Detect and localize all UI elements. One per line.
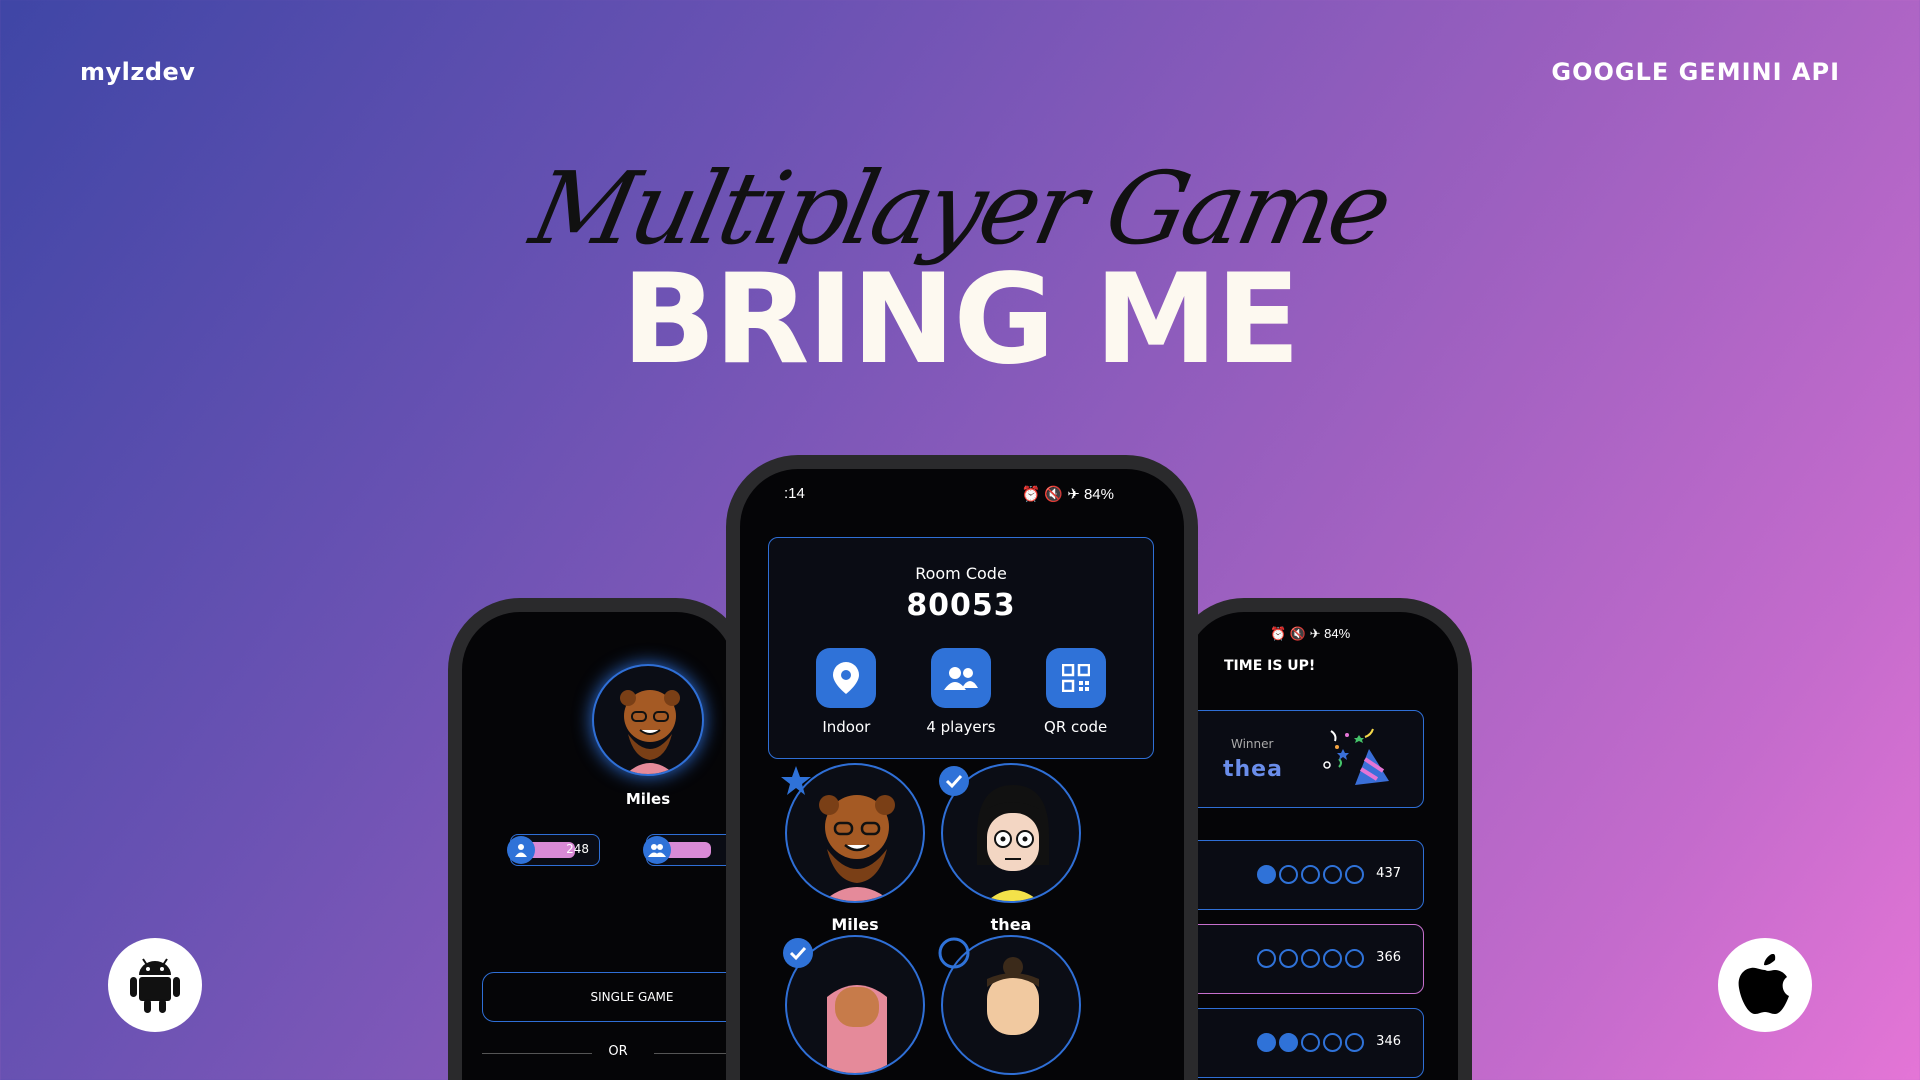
- group-bar: [665, 842, 711, 858]
- player-name: Miles: [831, 915, 879, 934]
- check-icon: [939, 766, 969, 796]
- right-phone: ⏰ 🔇 ✈ 84% TIME IS UP! Winner thea 437 36…: [1172, 598, 1472, 1080]
- players-label: 4 players: [926, 718, 996, 736]
- player-card[interactable]: [936, 935, 1086, 1075]
- score-value: 366: [1376, 950, 1401, 965]
- group-pill: [643, 834, 734, 866]
- brand-name: mylzdev: [80, 58, 196, 86]
- center-phone: :14 ⏰ 🔇 ✈ 84% Room Code 80053 Indoor 4 p…: [726, 455, 1198, 1080]
- status-time: :14: [784, 485, 805, 502]
- room-code[interactable]: 80053: [769, 588, 1153, 623]
- players-option[interactable]: 4 players: [911, 648, 1011, 736]
- status-bar: ⏰ 🔇 ✈ 84%: [1270, 626, 1350, 642]
- player-card[interactable]: Miles: [780, 763, 930, 934]
- android-icon: [108, 938, 202, 1032]
- score-value: 346: [1376, 1034, 1401, 1049]
- group-icon[interactable]: [930, 648, 991, 708]
- star-icon: [781, 766, 811, 795]
- player-card[interactable]: [780, 935, 930, 1075]
- qr-option[interactable]: QR code: [1026, 648, 1126, 736]
- location-option[interactable]: Indoor: [796, 648, 896, 736]
- battery-label: 84%: [1083, 486, 1114, 503]
- score-value: 437: [1376, 866, 1401, 881]
- score-pill: 248: [507, 834, 600, 866]
- player-name: Miles: [625, 790, 671, 808]
- user-icon: [507, 836, 535, 864]
- qr-label: QR code: [1044, 718, 1108, 736]
- rounds-indicator: [1257, 865, 1364, 884]
- rounds-indicator: [1257, 949, 1364, 968]
- status-icons: ⏰ 🔇 ✈: [1270, 626, 1325, 641]
- status-icons: ⏰ 🔇 ✈: [1021, 486, 1084, 503]
- single-game-button[interactable]: SINGLE GAME: [482, 972, 734, 1022]
- player-avatar[interactable]: [592, 664, 704, 776]
- times-up-title: TIME IS UP!: [1224, 658, 1316, 674]
- room-code-label: Room Code: [915, 564, 1007, 583]
- empty-check-icon: [938, 937, 970, 969]
- right-phone-screen: ⏰ 🔇 ✈ 84% TIME IS UP! Winner thea 437 36…: [1186, 612, 1458, 1080]
- score-row: 346: [1186, 1008, 1424, 1078]
- room-card: Room Code 80053 Indoor 4 players QR code: [768, 537, 1154, 759]
- apple-icon: [1718, 938, 1812, 1032]
- left-phone: Miles 248 SINGLE GAME OR: [448, 598, 748, 1080]
- check-icon: [783, 938, 813, 968]
- rounds-indicator: [1257, 1033, 1364, 1052]
- or-label: OR: [608, 1044, 628, 1059]
- score-row: 437: [1186, 840, 1424, 910]
- player-card[interactable]: thea: [936, 763, 1086, 934]
- player-name: thea: [990, 915, 1032, 934]
- center-phone-screen: :14 ⏰ 🔇 ✈ 84% Room Code 80053 Indoor 4 p…: [740, 469, 1184, 1080]
- winner-label: Winner: [1231, 737, 1274, 751]
- location-label: Indoor: [822, 718, 871, 736]
- party-popper-icon: [1323, 728, 1389, 785]
- score-row: 366: [1186, 924, 1424, 994]
- qr-code-icon[interactable]: [1045, 648, 1106, 708]
- room-options: Indoor 4 players QR code: [769, 648, 1153, 736]
- battery-label: 84%: [1324, 626, 1351, 641]
- winner-card: Winner thea: [1186, 710, 1424, 808]
- left-phone-screen: Miles 248 SINGLE GAME OR: [462, 612, 734, 1080]
- or-divider: OR: [482, 1044, 734, 1064]
- group-icon: [643, 836, 671, 864]
- status-bar: ⏰ 🔇 ✈ 84%: [1022, 485, 1114, 503]
- api-label: GOOGLE GEMINI API: [1551, 58, 1840, 86]
- main-title: BRING ME: [621, 248, 1301, 392]
- score-value: 248: [566, 842, 589, 856]
- location-icon[interactable]: [816, 648, 877, 708]
- winner-name: thea: [1223, 757, 1283, 782]
